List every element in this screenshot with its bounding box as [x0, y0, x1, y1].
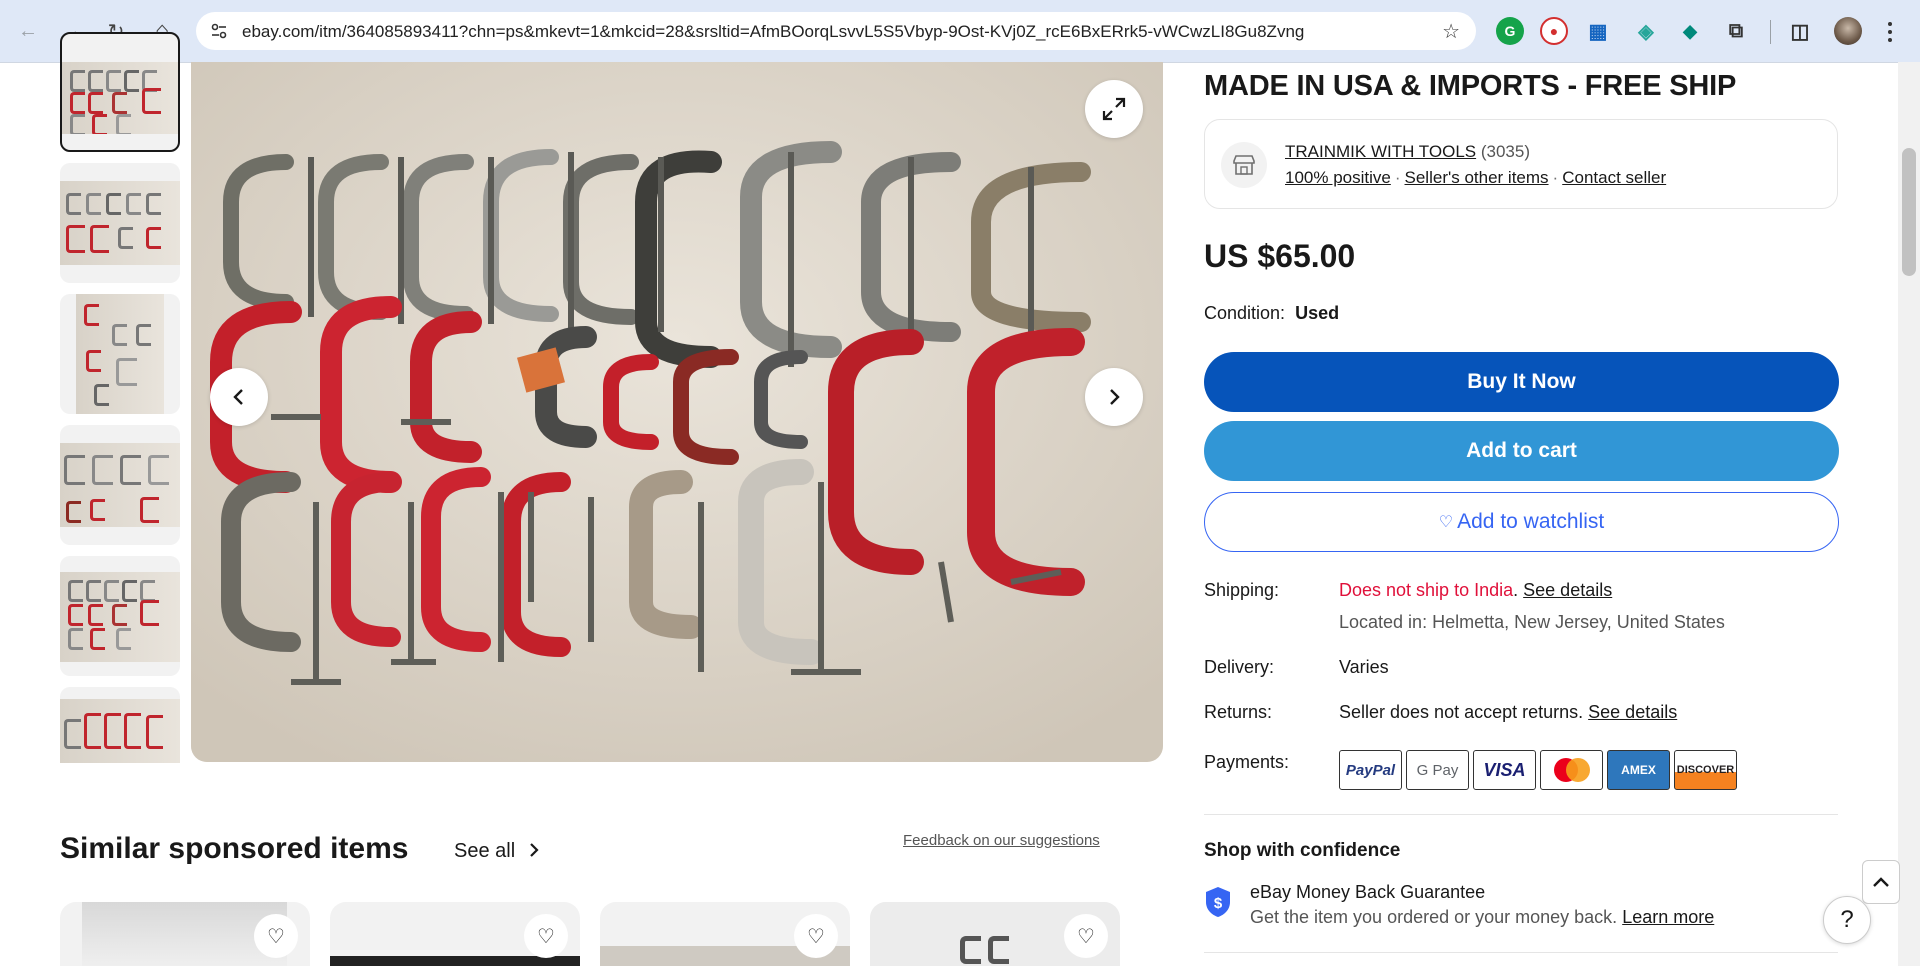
c-clamps-photo	[191, 62, 1163, 762]
chevron-left-icon	[233, 389, 243, 405]
shipping-label: Shipping:	[1204, 580, 1280, 600]
toolbar-divider	[1770, 20, 1771, 44]
heart-icon: ♡	[1438, 514, 1454, 531]
returns-see-details-link[interactable]: See details	[1588, 702, 1677, 722]
seller-name-link[interactable]: TRAINMIK WITH TOOLS	[1285, 142, 1476, 161]
separator-dot: ·	[1394, 168, 1401, 187]
paypal-icon: PayPal	[1339, 750, 1402, 790]
guarantee-title: eBay Money Back Guarantee	[1250, 882, 1486, 902]
seller-name-row: TRAINMIK WITH TOOLS (3035)	[1285, 142, 1530, 162]
browser-menu-icon[interactable]	[1888, 22, 1892, 42]
feedback-suggestions-link[interactable]: Feedback on our suggestions	[903, 832, 1100, 849]
section-divider	[1204, 952, 1838, 953]
bookmark-star-icon[interactable]: ☆	[1442, 19, 1460, 44]
discover-icon: DISCOVER	[1674, 750, 1737, 790]
watch-heart-icon[interactable]: ♡	[254, 914, 298, 958]
add-to-watchlist-button[interactable]: ♡ Add to watchlist	[1204, 492, 1839, 552]
expand-icon	[1102, 97, 1126, 121]
grammarly-extension-icon[interactable]: G	[1496, 17, 1524, 45]
shield-icon: $	[1204, 886, 1232, 923]
section-divider	[1204, 814, 1838, 815]
shop-with-confidence-title: Shop with confidence	[1204, 840, 1401, 861]
delivery-value: Varies	[1339, 657, 1389, 677]
see-all-label: See all	[454, 840, 516, 862]
side-panel-icon[interactable]: ◫	[1786, 17, 1814, 45]
google-pay-icon: G Pay	[1406, 750, 1469, 790]
guarantee-row: Get the item you ordered or your money b…	[1250, 907, 1714, 928]
search-extension-icon[interactable]: ◆	[1676, 17, 1704, 45]
watch-heart-icon[interactable]: ♡	[524, 914, 568, 958]
similar-item-card[interactable]: ♡	[870, 902, 1120, 966]
thumbnail-1[interactable]	[60, 32, 180, 152]
add-to-cart-button[interactable]: Add to cart	[1204, 421, 1839, 481]
chevron-up-icon	[1873, 877, 1889, 887]
amex-icon: AMEX	[1607, 750, 1670, 790]
question-icon: ?	[1840, 906, 1854, 933]
similar-items-title: Similar sponsored items	[60, 832, 409, 865]
pokeball-extension-icon[interactable]: ●	[1540, 17, 1568, 45]
back-icon[interactable]: ←	[12, 15, 44, 47]
listing-title: MADE IN USA & IMPORTS - FREE SHIP	[1204, 70, 1737, 102]
condition-row: Condition: Used	[1204, 303, 1339, 324]
watch-heart-icon[interactable]: ♡	[794, 914, 838, 958]
guarantee-text: Get the item you ordered or your money b…	[1250, 907, 1618, 927]
similar-item-card[interactable]: ♡	[600, 902, 850, 966]
condition-value: Used	[1295, 303, 1340, 323]
returns-label: Returns:	[1204, 702, 1273, 722]
see-all-link[interactable]: See all	[454, 840, 541, 863]
seller-links: 100% positive · Seller's other items · Conta…	[1285, 168, 1666, 188]
back-to-top-button[interactable]	[1862, 860, 1900, 904]
vpn-extension-icon[interactable]: ◈	[1632, 17, 1660, 45]
condition-label: Condition:	[1204, 303, 1286, 323]
thumbnail-6[interactable]	[60, 687, 180, 763]
positive-feedback-link[interactable]: 100% positive	[1285, 168, 1391, 187]
expand-image-button[interactable]	[1085, 80, 1143, 138]
thumbnail-5[interactable]	[60, 556, 180, 676]
chart-extension-icon[interactable]: ▦	[1584, 17, 1612, 45]
shipping-see-details-link[interactable]: See details	[1523, 580, 1612, 600]
chevron-right-icon	[529, 843, 539, 857]
item-location: Located in: Helmetta, New Jersey, United…	[1339, 612, 1725, 632]
watchlist-label: Add to watchlist	[1457, 510, 1605, 533]
previous-image-button[interactable]	[210, 368, 268, 426]
buy-it-now-button[interactable]: Buy It Now	[1204, 352, 1839, 412]
main-product-image[interactable]	[191, 62, 1163, 762]
item-price: US $65.00	[1204, 238, 1356, 274]
help-button[interactable]: ?	[1823, 896, 1871, 944]
svg-text:$: $	[1214, 895, 1223, 912]
shipping-value: Does not ship to India. See details	[1339, 580, 1612, 601]
similar-item-card[interactable]: ♡	[330, 902, 580, 966]
shipping-period: .	[1513, 580, 1519, 600]
seller-other-items-link[interactable]: Seller's other items	[1405, 168, 1549, 187]
thumbnail-4[interactable]	[60, 425, 180, 545]
separator-dot: ·	[1552, 168, 1559, 187]
watch-heart-icon[interactable]: ♡	[1064, 914, 1108, 958]
chevron-right-icon	[1110, 389, 1120, 405]
seller-card: TRAINMIK WITH TOOLS (3035) 100% positive…	[1204, 119, 1838, 209]
site-info-icon[interactable]	[206, 18, 232, 44]
shipping-status: Does not ship to India	[1339, 580, 1514, 600]
url-text: ebay.com/itm/364085893411?chn=ps&mkevt=1…	[242, 22, 1305, 41]
address-bar[interactable]: ebay.com/itm/364085893411?chn=ps&mkevt=1…	[196, 12, 1476, 50]
returns-value: Seller does not accept returns.	[1339, 702, 1584, 722]
profile-avatar[interactable]	[1834, 17, 1862, 45]
store-icon	[1221, 142, 1267, 188]
browser-toolbar: ← → ↻ ⌂ ebay.com/itm/364085893411?chn=ps…	[0, 0, 1920, 63]
payments-label: Payments:	[1204, 752, 1290, 772]
learn-more-link[interactable]: Learn more	[1622, 907, 1714, 927]
seller-feedback-count: (3035)	[1480, 142, 1530, 161]
returns-value-row: Seller does not accept returns. See deta…	[1339, 702, 1677, 723]
extensions-puzzle-icon[interactable]: ⧉	[1722, 17, 1750, 45]
delivery-label: Delivery:	[1204, 657, 1275, 677]
mastercard-icon	[1540, 750, 1603, 790]
similar-item-card[interactable]: ♡	[60, 902, 310, 966]
next-image-button[interactable]	[1085, 368, 1143, 426]
contact-seller-link[interactable]: Contact seller	[1562, 168, 1666, 187]
thumbnail-3[interactable]	[60, 294, 180, 414]
scrollbar-thumb[interactable]	[1902, 148, 1916, 276]
thumbnail-2[interactable]	[60, 163, 180, 283]
visa-icon: VISA	[1473, 750, 1536, 790]
